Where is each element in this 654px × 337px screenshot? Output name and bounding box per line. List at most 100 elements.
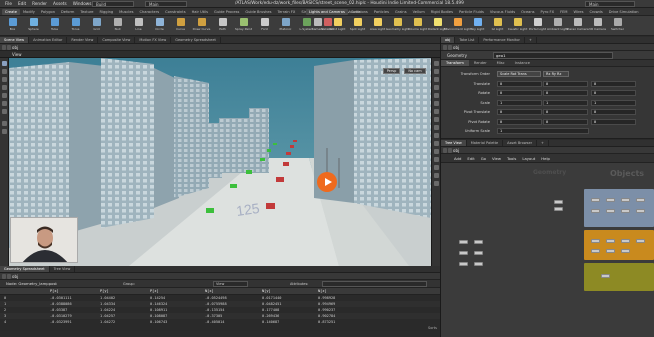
tool-ambient-light[interactable]: Ambient Light xyxy=(547,18,568,31)
spreadsheet-path[interactable]: obj xyxy=(12,273,18,280)
menu-windows[interactable]: Windows xyxy=(70,1,95,7)
tab-instance[interactable]: Instance xyxy=(510,60,535,66)
tab-geometry-spreadsheet-bottom[interactable]: Geometry Spreadsheet xyxy=(0,266,50,272)
network-node[interactable] xyxy=(459,251,468,255)
shelf-tab-polygon[interactable]: Polygon xyxy=(38,9,58,15)
network-node[interactable] xyxy=(636,209,645,213)
tool-stereo-camera[interactable]: Stereo Camera xyxy=(566,18,589,31)
tool-gi-light[interactable]: GI Light xyxy=(488,18,507,31)
shelf-tab-oceans[interactable]: Oceans xyxy=(518,9,537,15)
forward-icon[interactable] xyxy=(7,274,11,279)
parm-field-translate[interactable]: 0 xyxy=(591,80,636,87)
grid-icon[interactable] xyxy=(434,101,439,106)
node-name-field[interactable]: geo1 xyxy=(493,52,613,59)
right-path[interactable]: obj xyxy=(453,44,459,51)
desktop-selector-main[interactable]: Main xyxy=(145,1,187,7)
shelf-tab-guide-process[interactable]: Guide Process xyxy=(211,9,242,15)
tab-material-palette[interactable]: Material Palette xyxy=(467,140,504,146)
network-node[interactable] xyxy=(606,239,615,243)
tool-tube[interactable]: Tube xyxy=(45,18,64,31)
shelf-tab-viscous-fluids[interactable]: Viscous Fluids xyxy=(487,9,518,15)
network-node[interactable] xyxy=(621,239,630,243)
left-path[interactable]: obj xyxy=(12,44,18,51)
network-node[interactable] xyxy=(591,239,600,243)
shelf-tab-lights-and-cameras[interactable]: Lights and Cameras xyxy=(306,9,348,15)
tab-misc[interactable]: Misc xyxy=(492,60,510,66)
tool-circle[interactable]: Circle xyxy=(150,18,169,31)
menu-edit[interactable]: Edit xyxy=(15,1,29,7)
network-node[interactable] xyxy=(591,249,600,253)
parm-field-pivot-rotate[interactable]: 0 xyxy=(591,118,636,125)
camera-view-icon[interactable] xyxy=(434,157,439,162)
shelf-tab-crowds[interactable]: Crowds xyxy=(587,9,606,15)
workspace-selector[interactable]: Main xyxy=(585,1,635,7)
back-icon[interactable] xyxy=(443,45,447,50)
handle-tool-icon[interactable] xyxy=(2,101,7,106)
scale-tool-icon[interactable] xyxy=(2,85,7,90)
network-node[interactable] xyxy=(591,198,600,202)
tool-sphere[interactable]: Sphere xyxy=(24,18,43,31)
menu-file[interactable]: File xyxy=(2,1,15,7)
background-icon[interactable] xyxy=(434,109,439,114)
spreadsheet-body[interactable]: 0 -0.0301111 1.04402 0.14254 -0.0524498 0.017… xyxy=(0,295,440,331)
network-node[interactable] xyxy=(636,198,645,202)
parm-field-pivot-translate[interactable]: 0 xyxy=(591,109,636,115)
shelf-tab-constraints[interactable]: Constraints xyxy=(162,9,189,15)
shelf-tab-create[interactable]: Create xyxy=(2,9,20,15)
network-node[interactable] xyxy=(554,207,563,211)
desktop-selector[interactable]: Build xyxy=(92,1,134,7)
tab-asset-browser[interactable]: Asset Browser xyxy=(503,140,538,146)
shelf-tab-vellum[interactable]: Vellum xyxy=(410,9,428,15)
shelf-tab-fem[interactable]: FEM xyxy=(557,9,570,15)
tab-composite-view[interactable]: Composite View xyxy=(98,37,136,43)
tool-environment-light[interactable]: Environment Light xyxy=(444,18,471,31)
back-icon[interactable] xyxy=(443,148,447,153)
particles-icon[interactable] xyxy=(434,149,439,154)
shelf-tab-drive-simulation[interactable]: Drive Simulation xyxy=(606,9,642,15)
shelf-tab-modify[interactable]: Modify xyxy=(20,9,38,15)
parm-field-pivot-rotate[interactable]: 0 xyxy=(543,118,588,125)
tool-geometry-light[interactable]: Geometry Light xyxy=(386,18,409,31)
tool-null[interactable]: Null xyxy=(108,18,127,31)
shelf-tab-rigid-bodies[interactable]: Rigid Bodies xyxy=(428,9,456,15)
network-node[interactable] xyxy=(606,198,615,202)
parm-field-pivot-translate[interactable]: 0 xyxy=(543,109,588,115)
tool-spot-light[interactable]: Spot Light xyxy=(348,18,367,31)
network-node[interactable] xyxy=(459,240,468,244)
network-node[interactable] xyxy=(474,240,483,244)
shelf-tab-wires[interactable]: Wires xyxy=(571,9,587,15)
tool-torus[interactable]: Torus xyxy=(66,18,85,31)
tool-platonic[interactable]: Platonic xyxy=(276,18,295,31)
transform-order-menu[interactable]: Scale Rot Trans xyxy=(497,71,541,77)
network-node[interactable] xyxy=(621,198,630,202)
shelf-tab-pyro-fx[interactable]: Pyro FX xyxy=(538,9,558,15)
rotate-tool-icon[interactable] xyxy=(2,77,7,82)
network-box-blue[interactable] xyxy=(584,189,654,227)
tool-path[interactable]: Path xyxy=(213,18,232,31)
tool-portal-light[interactable]: Portal Light xyxy=(528,18,547,31)
shelf-tab-particles[interactable]: Particles xyxy=(371,9,392,15)
tab-scene-view[interactable]: Scene View xyxy=(0,37,30,43)
shelf-tab-texture[interactable]: Texture xyxy=(77,9,96,15)
tool-caustic-light[interactable]: Caustic Light xyxy=(508,18,527,31)
parm-field-scale[interactable]: 1 xyxy=(591,99,636,106)
menu-render[interactable]: Render xyxy=(29,1,50,7)
network-menu-go[interactable]: Go xyxy=(478,154,489,163)
tab-render[interactable]: Render xyxy=(469,60,492,66)
network-box-olive[interactable] xyxy=(584,263,654,291)
view-tool-icon[interactable] xyxy=(2,109,7,114)
tab-transform[interactable]: Transform xyxy=(441,60,469,66)
tab-obj[interactable]: obj xyxy=(441,37,456,43)
tab-animation-editor[interactable]: Animation Editor xyxy=(29,37,68,43)
persp-menu[interactable]: Persp xyxy=(383,68,400,74)
tab-performance-monitor[interactable]: Performance Monitor xyxy=(479,37,525,43)
shelf-tab-grains[interactable]: Grains xyxy=(392,9,410,15)
network-menu-help[interactable]: Help xyxy=(538,154,553,163)
network-node[interactable] xyxy=(621,209,630,213)
parm-field-translate[interactable]: 0 xyxy=(497,80,542,87)
parm-field-scale[interactable]: 1 xyxy=(497,99,542,106)
tab-tree-view-bottom[interactable]: Tree View xyxy=(50,266,76,272)
tool-spray-paint[interactable]: Spray Paint xyxy=(234,18,253,31)
tool-curve[interactable]: Curve xyxy=(171,18,190,31)
tool-sky-light[interactable]: Sky Light xyxy=(468,18,487,31)
